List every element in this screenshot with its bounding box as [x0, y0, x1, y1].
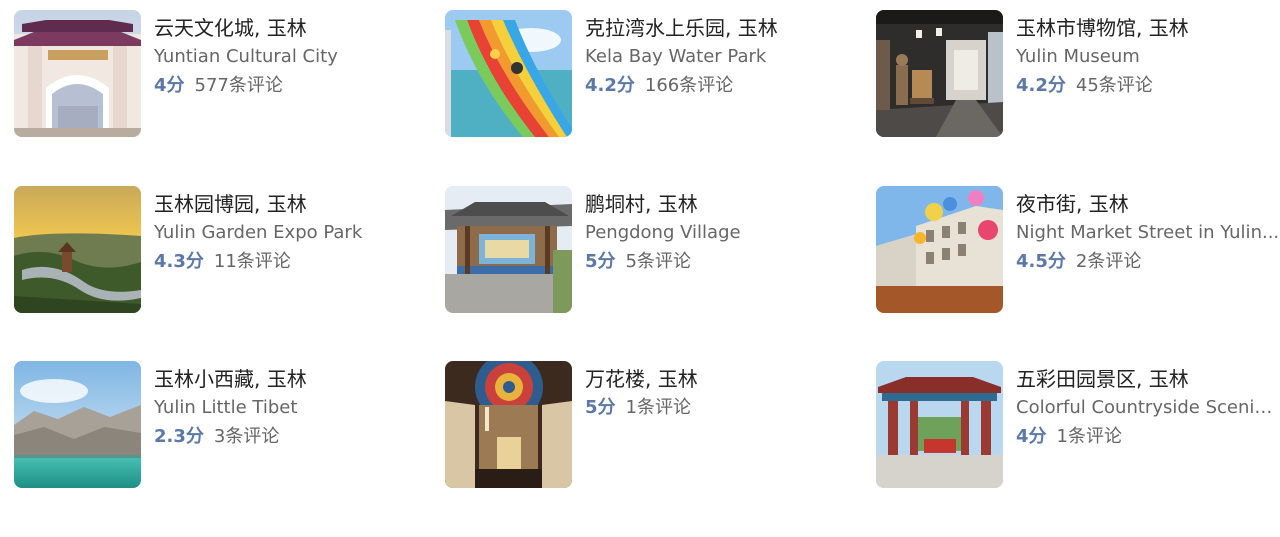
- attraction-card[interactable]: 五彩田园景区, 玉林 Colorful Countryside Scenic..…: [876, 361, 1280, 537]
- tower-interior-image: [445, 361, 572, 488]
- attraction-score: 2.3分: [154, 426, 204, 447]
- lake-cliff-image: [14, 361, 141, 488]
- attraction-rating: 4分 577条评论: [154, 72, 445, 100]
- water-slide-image: [445, 10, 572, 137]
- attraction-subtitle: Night Market Street in Yulin...: [1016, 221, 1280, 243]
- attraction-photo[interactable]: [876, 361, 1003, 488]
- attraction-subtitle: Yulin Garden Expo Park: [154, 221, 363, 243]
- attraction-score: 4.5分: [1016, 250, 1066, 272]
- attraction-subtitle: Yuntian Cultural City: [154, 46, 338, 67]
- attraction-score: 5分: [585, 250, 616, 272]
- attraction-subtitle: Yulin Museum: [1016, 46, 1140, 67]
- attraction-info: 五彩田园景区, 玉林 Colorful Countryside Scenic..…: [1016, 361, 1280, 451]
- attraction-photo[interactable]: [445, 361, 572, 488]
- attraction-photo[interactable]: [445, 185, 572, 313]
- attraction-review-count[interactable]: 1条评论: [626, 397, 691, 418]
- attraction-title[interactable]: 玉林市博物馆, 玉林: [1016, 14, 1280, 42]
- attraction-title[interactable]: 云天文化城, 玉林: [154, 14, 445, 42]
- attraction-subtitle: Yulin Little Tibet: [154, 397, 298, 418]
- attraction-card[interactable]: 夜市街, 玉林 Night Market Street in Yulin... …: [876, 185, 1280, 362]
- attraction-score: 4分: [1016, 426, 1047, 447]
- attraction-review-count[interactable]: 45条评论: [1076, 75, 1153, 96]
- attraction-grid: 云天文化城, 玉林 Yuntian Cultural City 4分 577条评论: [14, 10, 1280, 537]
- attraction-photo[interactable]: [876, 185, 1003, 313]
- attraction-rating: 4.2分 166条评论: [585, 72, 876, 100]
- attraction-subtitle: Colorful Countryside Scenic...: [1016, 397, 1280, 418]
- attraction-rating: 4.5分 2条评论: [1016, 248, 1280, 276]
- attraction-card[interactable]: 玉林小西藏, 玉林 Yulin Little Tibet 2.3分 3条评论: [14, 361, 445, 537]
- attraction-rating: 5分 1条评论: [585, 394, 876, 422]
- attraction-card[interactable]: 克拉湾水上乐园, 玉林 Kela Bay Water Park 4.2分 166条…: [445, 10, 876, 186]
- attraction-info: 玉林市博物馆, 玉林 Yulin Museum 4.2分 45条评论: [1016, 10, 1280, 100]
- attraction-rating: 2.3分 3条评论: [154, 423, 445, 451]
- attraction-review-count[interactable]: 1条评论: [1057, 426, 1122, 447]
- attraction-photo[interactable]: [14, 361, 141, 488]
- market-street-image: [876, 185, 1003, 313]
- attraction-score: 4分: [154, 75, 185, 96]
- attraction-review-count[interactable]: 166条评论: [645, 75, 733, 96]
- attraction-subtitle: Kela Bay Water Park: [585, 46, 767, 67]
- attraction-rating: 4.2分 45条评论: [1016, 72, 1280, 100]
- attraction-card[interactable]: 万花楼, 玉林 5分 1条评论: [445, 361, 876, 537]
- attraction-title[interactable]: 鹏垌村, 玉林: [585, 190, 876, 218]
- village-stage-image: [445, 185, 572, 313]
- attraction-card[interactable]: 鹏垌村, 玉林 Pengdong Village 5分 5条评论: [445, 185, 876, 362]
- attraction-subtitle: Pengdong Village: [585, 221, 741, 243]
- attraction-title[interactable]: 夜市街, 玉林: [1016, 190, 1280, 218]
- attraction-card[interactable]: 玉林市博物馆, 玉林 Yulin Museum 4.2分 45条评论: [876, 10, 1280, 186]
- attraction-title[interactable]: 玉林小西藏, 玉林: [154, 365, 445, 393]
- cultural-gate-image: [14, 10, 141, 137]
- attraction-review-count[interactable]: 3条评论: [214, 426, 279, 447]
- attraction-info: 玉林小西藏, 玉林 Yulin Little Tibet 2.3分 3条评论: [154, 361, 445, 451]
- attraction-title[interactable]: 万花楼, 玉林: [585, 365, 876, 393]
- attraction-info: 云天文化城, 玉林 Yuntian Cultural City 4分 577条评论: [154, 10, 445, 100]
- attraction-review-count[interactable]: 577条评论: [195, 75, 283, 96]
- attraction-rating: 4.3分 11条评论: [154, 248, 445, 276]
- attraction-photo[interactable]: [14, 10, 141, 137]
- attraction-title[interactable]: 玉林园博园, 玉林: [154, 190, 445, 218]
- attraction-photo[interactable]: [876, 10, 1003, 137]
- attraction-info: 万花楼, 玉林 5分 1条评论: [585, 361, 876, 422]
- attraction-photo[interactable]: [445, 10, 572, 137]
- garden-park-image: [14, 185, 141, 313]
- museum-hall-image: [876, 10, 1003, 137]
- attraction-title[interactable]: 五彩田园景区, 玉林: [1016, 365, 1280, 393]
- attraction-info: 玉林园博园, 玉林 Yulin Garden Expo Park 4.3分 11条…: [154, 186, 445, 276]
- attraction-review-count[interactable]: 5条评论: [626, 251, 691, 272]
- attraction-rating: 4分 1条评论: [1016, 423, 1280, 451]
- attraction-info: 鹏垌村, 玉林 Pengdong Village 5分 5条评论: [585, 186, 876, 276]
- attraction-info: 夜市街, 玉林 Night Market Street in Yulin... …: [1016, 186, 1280, 276]
- attraction-score: 4.2分: [1016, 75, 1066, 96]
- attraction-card[interactable]: 云天文化城, 玉林 Yuntian Cultural City 4分 577条评论: [14, 10, 445, 186]
- scenic-gate-image: [876, 361, 1003, 488]
- attraction-review-count[interactable]: 11条评论: [214, 251, 291, 272]
- attraction-score: 5分: [585, 397, 616, 418]
- attraction-score: 4.2分: [585, 75, 635, 96]
- attraction-title[interactable]: 克拉湾水上乐园, 玉林: [585, 14, 876, 42]
- attraction-info: 克拉湾水上乐园, 玉林 Kela Bay Water Park 4.2分 166条…: [585, 10, 876, 100]
- attraction-review-count[interactable]: 2条评论: [1076, 251, 1141, 272]
- attraction-card[interactable]: 玉林园博园, 玉林 Yulin Garden Expo Park 4.3分 11条…: [14, 185, 445, 362]
- attraction-rating: 5分 5条评论: [585, 248, 876, 276]
- attraction-photo[interactable]: [14, 185, 141, 313]
- attraction-score: 4.3分: [154, 250, 204, 272]
